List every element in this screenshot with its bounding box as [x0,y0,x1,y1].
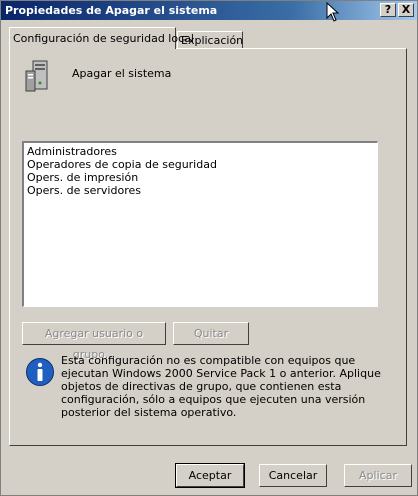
help-button[interactable]: ? [380,3,396,17]
remove-button[interactable]: Quitar [173,322,249,345]
tab-local-security-setting[interactable]: Configuración de seguridad local [9,27,194,49]
list-item[interactable]: Operadores de copia de seguridad [27,158,374,171]
mouse-cursor-icon [326,2,340,22]
list-item[interactable]: Administradores [27,145,374,158]
policy-title: Apagar el sistema [72,67,172,80]
title-bar[interactable]: Propiedades de Apagar el sistema ? X [1,1,417,20]
computer-policy-icon [25,60,48,92]
tab-label: Configuración de seguridad local [13,32,194,45]
apply-button[interactable]: Aplicar [344,464,412,487]
dialog-window: Propiedades de Apagar el sistema ? X Con… [0,0,418,496]
cancel-button[interactable]: Cancelar [259,464,327,487]
ok-button[interactable]: Aceptar [175,463,245,488]
close-button[interactable]: X [398,3,414,17]
list-item[interactable]: Opers. de impresión [27,171,374,184]
compatibility-info-text: Esta configuración no es compatible con … [61,354,381,419]
users-listbox[interactable]: Administradores Operadores de copia de s… [22,141,378,307]
add-user-group-button[interactable]: Agregar usuario o grupo... [22,322,166,361]
window-title: Propiedades de Apagar el sistema [5,4,218,17]
list-item[interactable]: Opers. de servidores [27,184,374,197]
info-icon [26,358,54,386]
